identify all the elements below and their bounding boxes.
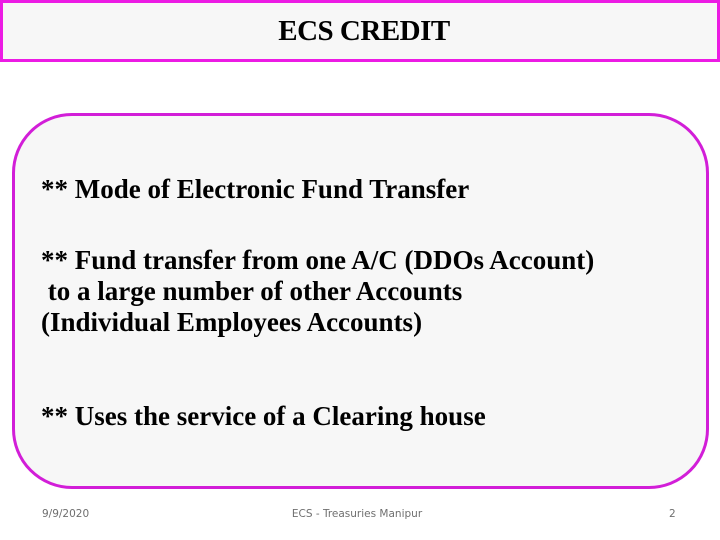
bullet-item-clearing-house: ** Uses the service of a Clearing house xyxy=(41,401,486,431)
bullet-item-fund-transfer: ** Fund transfer from one A/C (DDOs Acco… xyxy=(41,245,595,337)
bullet-item-mode: ** Mode of Electronic Fund Transfer xyxy=(41,174,470,204)
slide-content-box: ** Mode of Electronic Fund Transfer ** F… xyxy=(12,113,709,489)
footer-center-text: ECS - Treasuries Manipur xyxy=(291,508,423,520)
slide-title: ECS CREDIT xyxy=(278,14,450,47)
slide-title-box: ECS CREDIT xyxy=(0,0,720,62)
footer-page-number: 2 xyxy=(669,508,676,520)
